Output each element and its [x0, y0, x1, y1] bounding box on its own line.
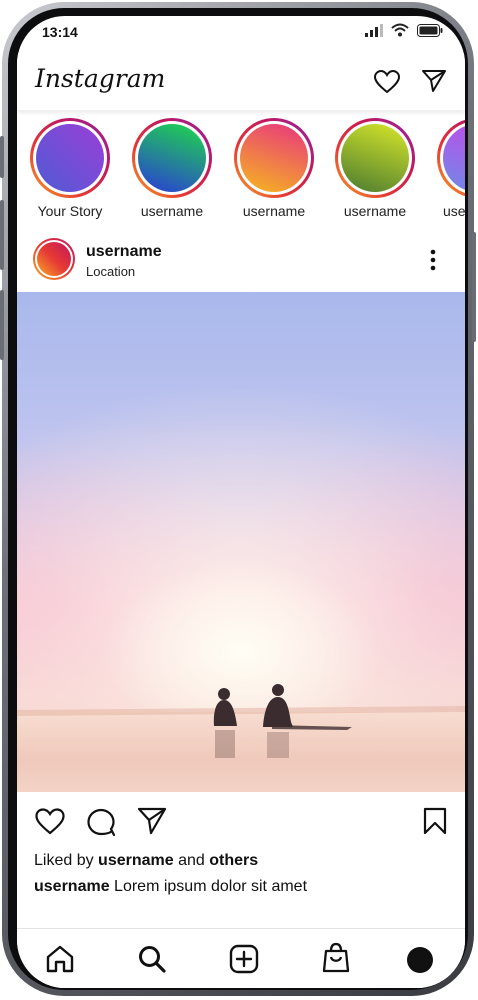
caption-text: Lorem ipsum dolor sit amet — [114, 878, 308, 895]
story-ring — [30, 118, 110, 198]
bottom-nav — [17, 928, 465, 988]
story-item[interactable]: username — [234, 118, 314, 219]
signal-icon — [365, 23, 383, 37]
bookmark-icon[interactable] — [423, 807, 447, 835]
story-item[interactable]: username — [437, 118, 465, 219]
heart-icon[interactable] — [374, 70, 400, 94]
story-your-story[interactable]: Your Story — [30, 118, 110, 219]
story-ring — [234, 118, 314, 198]
post-image[interactable] — [17, 292, 465, 792]
story-label: username — [343, 203, 407, 219]
story-ring — [437, 118, 465, 198]
liked-prefix: Liked by — [34, 852, 94, 869]
status-icons — [365, 23, 443, 37]
photo-people-silhouettes — [17, 684, 465, 758]
instagram-logo: Instagram — [35, 64, 166, 93]
liked-by-text: Liked by username and others — [34, 852, 258, 870]
side-button-top — [0, 136, 4, 178]
liked-others[interactable]: others — [209, 852, 258, 869]
story-ring — [335, 118, 415, 198]
power-button — [472, 232, 476, 342]
app-header: Instagram — [17, 52, 465, 110]
phone-frame: 13:14 Instagram Your Story username user… — [0, 2, 476, 996]
story-item[interactable]: username — [335, 118, 415, 219]
direct-message-icon[interactable] — [421, 69, 447, 93]
comment-icon[interactable] — [86, 807, 116, 837]
post-location[interactable]: Location — [86, 264, 135, 279]
story-item[interactable]: username — [132, 118, 212, 219]
story-label: username — [443, 203, 465, 219]
more-options-icon[interactable] — [429, 248, 437, 272]
screen: 13:14 Instagram Your Story username user… — [17, 16, 465, 988]
story-label: username — [242, 203, 306, 219]
story-ring — [132, 118, 212, 198]
profile-icon[interactable] — [407, 947, 433, 973]
shop-icon[interactable] — [322, 942, 350, 974]
caption-username[interactable]: username — [34, 878, 110, 895]
liked-and: and — [178, 852, 205, 869]
phone-bezel: 13:14 Instagram Your Story username user… — [8, 8, 468, 990]
home-icon[interactable] — [45, 945, 75, 973]
story-avatar — [138, 124, 206, 192]
story-avatar — [36, 124, 104, 192]
side-button-low — [0, 290, 4, 360]
post-actions — [17, 792, 465, 852]
side-button-mid — [0, 200, 4, 270]
status-time: 13:14 — [42, 24, 78, 40]
liked-username[interactable]: username — [98, 852, 174, 869]
story-label: Your Story — [37, 203, 103, 219]
story-avatar — [240, 124, 308, 192]
story-avatar — [443, 124, 465, 192]
battery-icon — [417, 23, 443, 37]
post-avatar[interactable] — [33, 238, 75, 280]
post-caption: username Lorem ipsum dolor sit amet — [34, 878, 307, 896]
story-avatar — [341, 124, 409, 192]
like-heart-icon[interactable] — [35, 808, 65, 835]
search-icon[interactable] — [137, 944, 167, 974]
post-header: username Location — [17, 234, 465, 290]
wifi-icon — [391, 23, 409, 37]
share-icon[interactable] — [137, 807, 167, 835]
post-username[interactable]: username — [86, 243, 162, 261]
new-post-icon[interactable] — [229, 944, 259, 974]
story-label: username — [140, 203, 204, 219]
